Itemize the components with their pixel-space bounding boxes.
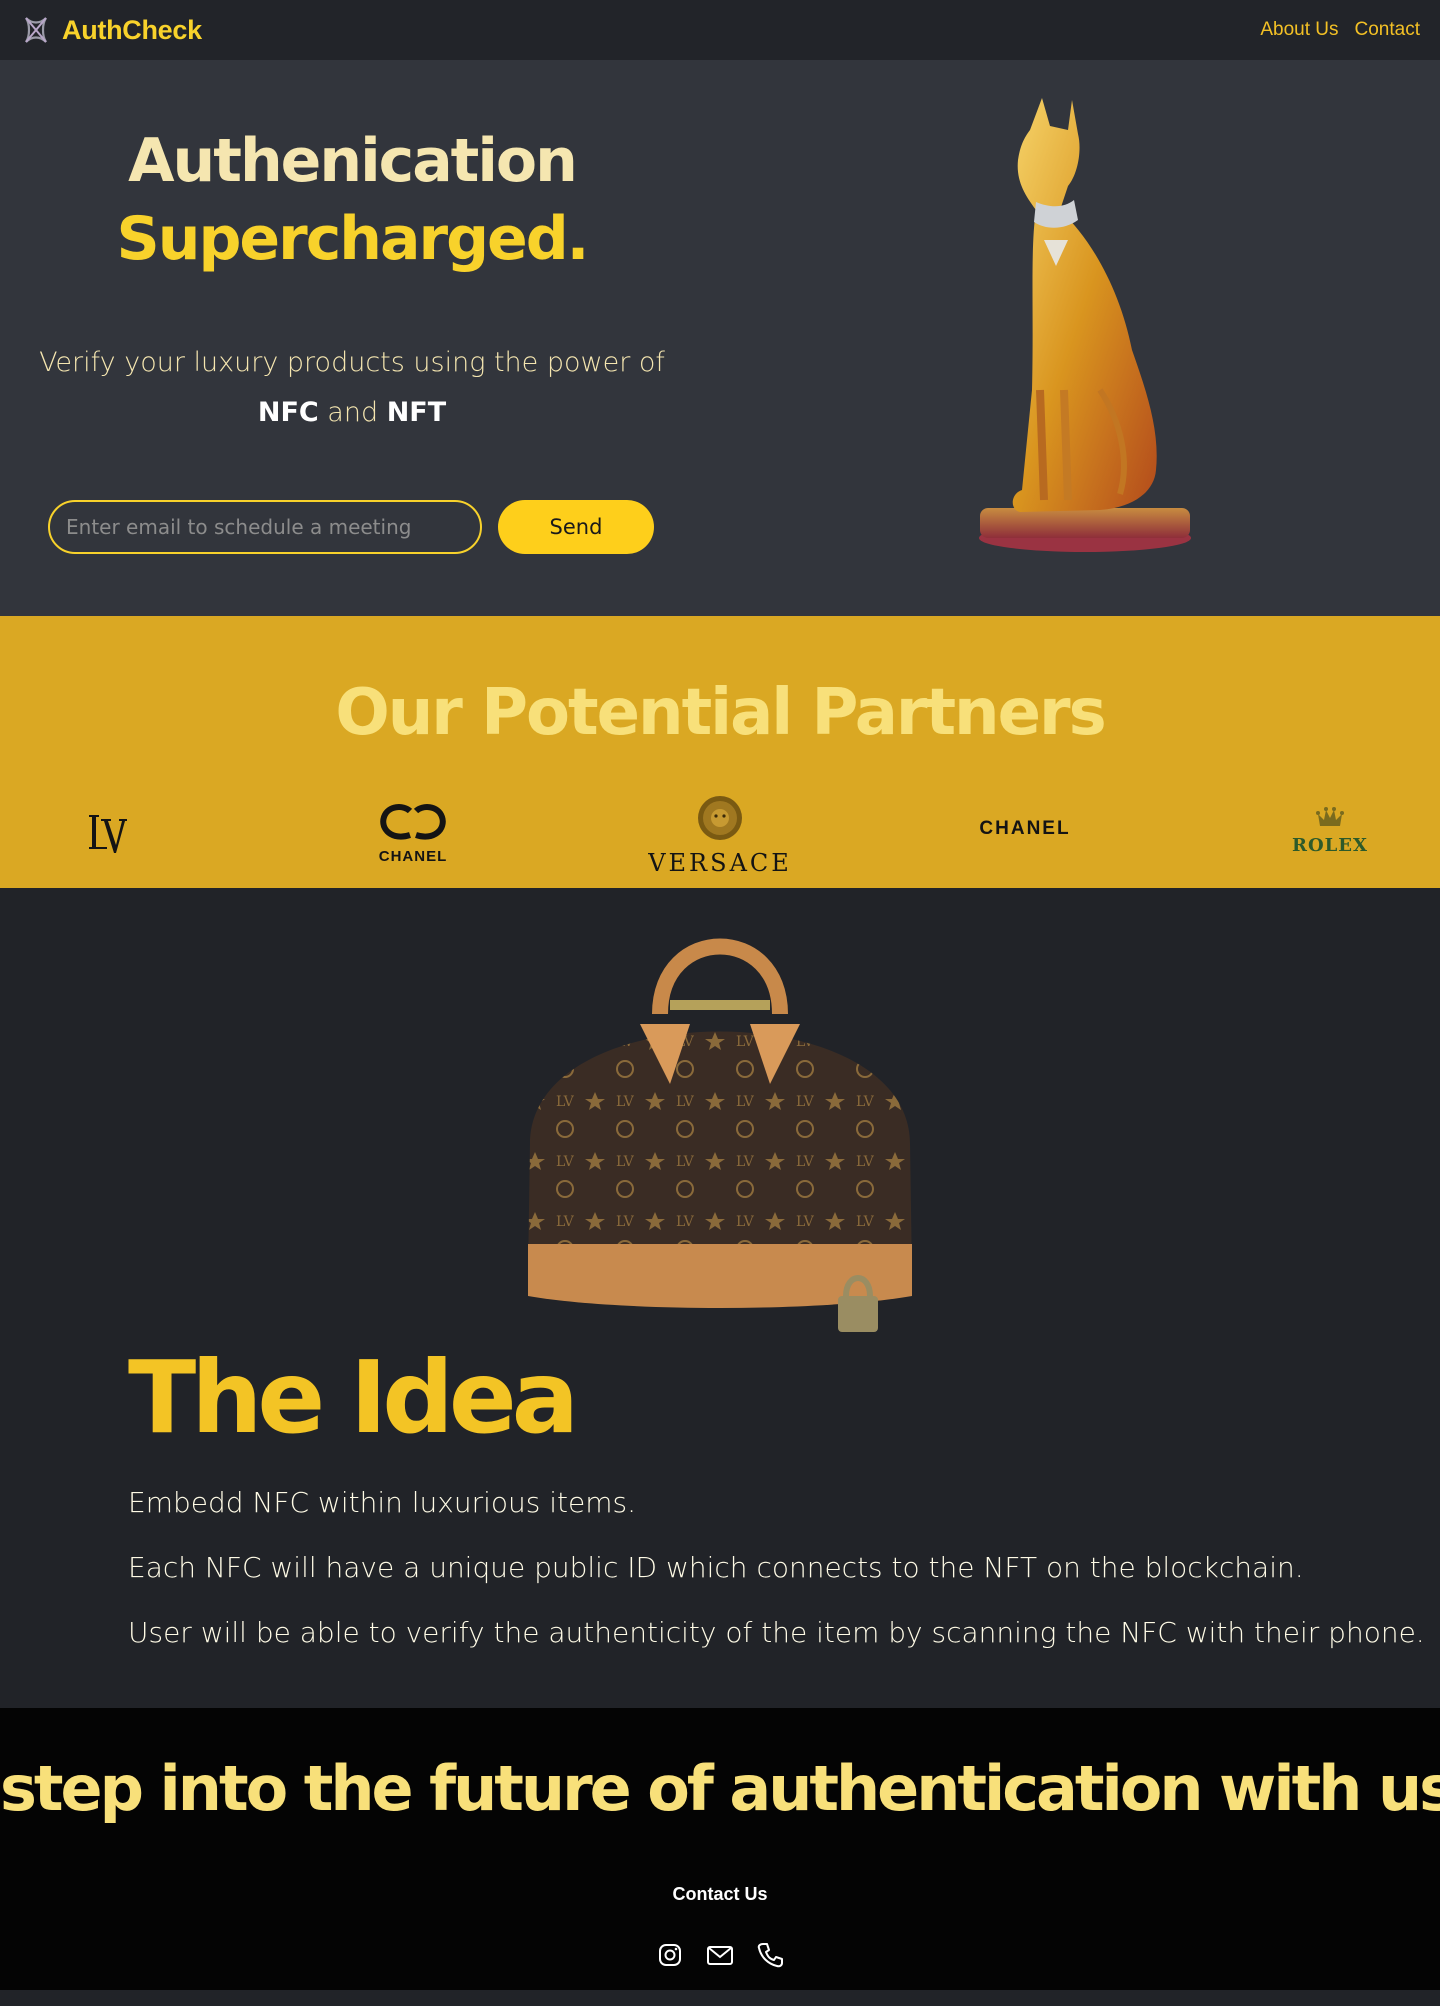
instagram-icon[interactable] [655, 1940, 685, 1970]
versace-text: VERSACE [648, 849, 792, 877]
footer: step into the future of authentication w… [0, 1708, 1440, 1990]
hero-title: Authenication Supercharged. [0, 122, 704, 278]
hero-subtitle-nft: NFT [386, 397, 447, 428]
navbar: AuthCheck About Us Contact [0, 0, 1440, 60]
partners-title: Our Potential Partners [335, 676, 1106, 750]
chanel-cc-mark-icon [380, 804, 446, 840]
footer-social-icons [0, 1940, 1440, 1970]
footer-contact-label: Contact Us [672, 1884, 768, 1904]
rolex-text: ROLEX [1292, 835, 1368, 856]
phone-icon[interactable] [755, 1940, 785, 1970]
chanel-wordmark-logo: CHANEL [979, 818, 1071, 839]
footer-tagline: step into the future of authentication w… [0, 1752, 1440, 1825]
page-bottom-strip [0, 1990, 1440, 2006]
partners-section: Our Potential Partners CHANEL VERSACE CH… [0, 616, 1440, 888]
email-input[interactable] [48, 500, 482, 554]
louis-vuitton-logo [89, 815, 127, 853]
nav-link-contact[interactable]: Contact [1355, 19, 1420, 41]
hero-subtitle: Verify your luxury products using the po… [0, 338, 704, 438]
bastet-cat-statue-image [979, 98, 1191, 552]
nav-links: About Us Contact [1260, 19, 1420, 41]
send-button[interactable]: Send [498, 500, 654, 554]
mail-icon[interactable] [705, 1940, 735, 1970]
chanel-cc-text: CHANEL [378, 848, 448, 865]
versace-logo: VERSACE [646, 794, 794, 884]
hero-subtitle-nfc: NFC [257, 397, 319, 428]
brand-name: AuthCheck [62, 14, 202, 45]
brand[interactable]: AuthCheck [20, 14, 202, 46]
idea-line-2: Each NFC will have a unique public ID wh… [128, 1551, 1304, 1584]
hero-subtitle-prefix: Verify your luxury products using the po… [39, 347, 665, 378]
rolex-crown-icon [1316, 807, 1344, 826]
idea-section: LV The Idea Embedd NFC within luxurious … [0, 888, 1440, 1708]
brand-logo-icon [25, 17, 47, 43]
nav-link-about-us[interactable]: About Us [1260, 19, 1338, 41]
idea-line-3: User will be able to verify the authenti… [128, 1616, 1425, 1649]
hero-section: Authenication Supercharged. Verify your … [0, 60, 1440, 616]
hero-subtitle-and: and [327, 397, 379, 428]
idea-title: The Idea [128, 1339, 579, 1456]
rolex-logo: ROLEX [1290, 806, 1370, 862]
medusa-icon [698, 796, 742, 840]
hero-title-line2: Supercharged. [116, 204, 590, 274]
idea-line-1: Embedd NFC within luxurious items. [128, 1486, 636, 1519]
hero-title-line1: Authenication [128, 126, 578, 196]
chanel-cc-logo: CHANEL [370, 801, 456, 865]
monogram-handbag-image: LV [528, 938, 912, 1332]
